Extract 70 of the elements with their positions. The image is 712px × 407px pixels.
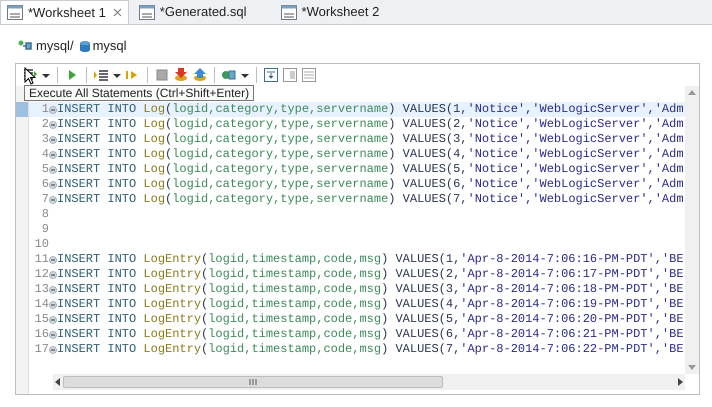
editor-tab[interactable]: *Worksheet 1 xyxy=(0,0,129,24)
line-number: 17 xyxy=(34,342,49,357)
scroll-right-icon[interactable] xyxy=(677,378,683,386)
close-icon[interactable] xyxy=(112,8,122,17)
code-line: INSERT INTO Log(logid,category,type,servername) VALUES(7,'Notice','WebLogicServer','Adm xyxy=(57,192,684,207)
fold-icon[interactable] xyxy=(49,166,57,174)
sql-file-icon xyxy=(138,4,155,20)
code-line: INSERT INTO LogEntry(logid,timestamp,code,msg) VALUES(5,'Apr-8-2014-7:06:20-PM-PDT','BE xyxy=(57,312,684,327)
fold-icon[interactable] xyxy=(49,300,57,308)
database-arrow-up-icon[interactable] xyxy=(192,67,208,83)
line-number: 9 xyxy=(40,222,49,237)
stop-icon[interactable] xyxy=(154,67,170,83)
code-line: INSERT INTO Log(logid,category,type,servername) VALUES(1,'Notice','WebLogicServer','Adm xyxy=(57,102,684,117)
scroll-left-icon[interactable] xyxy=(55,378,61,386)
editor-tab[interactable]: *Generated.sql xyxy=(128,0,257,24)
line-number: 6 xyxy=(40,177,49,192)
fold-icon[interactable] xyxy=(49,106,57,114)
code-line: INSERT INTO LogEntry(logid,timestamp,code,msg) VALUES(7,'Apr-8-2014-7:06:22-PM-PDT','BE xyxy=(57,342,684,357)
code-line: INSERT INTO Log(logid,category,type,servername) VALUES(6,'Notice','WebLogicServer','Adm xyxy=(57,177,684,192)
database-arrow-down-icon[interactable] xyxy=(173,67,189,83)
line-number: 7 xyxy=(40,192,49,207)
fold-icon[interactable] xyxy=(49,330,57,338)
line-number: 15 xyxy=(34,312,49,327)
fold-icon[interactable] xyxy=(49,150,57,158)
editor-tab[interactable]: *Worksheet 2 xyxy=(270,0,390,24)
fold-icon[interactable] xyxy=(49,196,57,204)
fold-icon[interactable] xyxy=(49,286,57,294)
fold-icon[interactable] xyxy=(49,270,57,278)
code-line: INSERT INTO LogEntry(logid,timestamp,code,msg) VALUES(2,'Apr-8-2014-7:06:17-PM-PDT','BE xyxy=(57,267,684,282)
line-number: 5 xyxy=(40,162,49,177)
line-number: 8 xyxy=(40,207,49,222)
code-line: INSERT INTO Log(logid,category,type,servername) VALUES(2,'Notice','WebLogicServer','Adm xyxy=(57,117,684,132)
line-number: 1 xyxy=(40,102,49,117)
sql-file-icon xyxy=(280,4,297,20)
fold-icon[interactable] xyxy=(49,316,57,324)
code-line: INSERT INTO LogEntry(logid,timestamp,code,msg) VALUES(1,'Apr-8-2014-7:06:16-PM-PDT','BE xyxy=(57,252,684,267)
fold-icon[interactable] xyxy=(49,120,57,128)
code-line: INSERT INTO Log(logid,category,type,servername) VALUES(4,'Notice','WebLogicServer','Adm xyxy=(57,147,684,162)
panel-down-icon[interactable] xyxy=(263,67,279,83)
line-number: 3 xyxy=(40,132,49,147)
line-number: 16 xyxy=(34,327,49,342)
code-line: INSERT INTO LogEntry(logid,timestamp,code,msg) VALUES(4,'Apr-8-2014-7:06:19-PM-PDT','BE xyxy=(57,297,684,312)
line-number: 10 xyxy=(34,237,49,252)
grip-icon xyxy=(249,379,257,385)
line-number: 2 xyxy=(40,117,49,132)
code-line: INSERT INTO LogEntry(logid,timestamp,code,msg) VALUES(6,'Apr-8-2014-7:06:21-PM-PDT','BE xyxy=(57,327,684,342)
tooltip: Execute All Statements (Ctrl+Shift+Enter) xyxy=(24,85,254,101)
horizontal-scrollbar[interactable] xyxy=(53,374,685,390)
sql-file-icon xyxy=(7,5,23,20)
panel-grid-icon[interactable] xyxy=(282,67,298,83)
code-line: INSERT INTO Log(logid,category,type,servername) VALUES(3,'Notice','WebLogicServer','Adm xyxy=(57,132,684,147)
database-label[interactable]: mysql xyxy=(92,36,127,56)
line-number: 4 xyxy=(40,147,49,162)
fold-icon[interactable] xyxy=(49,256,57,264)
mouse-pointer-icon xyxy=(24,67,36,85)
line-number: 12 xyxy=(34,267,49,282)
line-number: 14 xyxy=(34,297,49,312)
code-line: INSERT INTO Log(logid,category,type,servername) VALUES(5,'Notice','WebLogicServer','Adm xyxy=(57,162,684,177)
fold-icon[interactable] xyxy=(49,180,57,188)
line-number: 11 xyxy=(34,252,49,267)
fold-icon[interactable] xyxy=(49,346,57,354)
database-icon xyxy=(78,40,91,52)
run-all-icon[interactable] xyxy=(22,67,38,83)
connection-icon xyxy=(18,40,34,52)
panel-rows-icon[interactable] xyxy=(301,67,317,83)
fold-icon[interactable] xyxy=(49,136,57,144)
scrollbar-thumb[interactable] xyxy=(63,376,443,388)
code-line: INSERT INTO LogEntry(logid,timestamp,code,msg) VALUES(3,'Apr-8-2014-7:06:18-PM-PDT','BE xyxy=(57,282,684,297)
connection-label[interactable]: mysql/ xyxy=(36,36,74,56)
line-number: 13 xyxy=(34,282,49,297)
